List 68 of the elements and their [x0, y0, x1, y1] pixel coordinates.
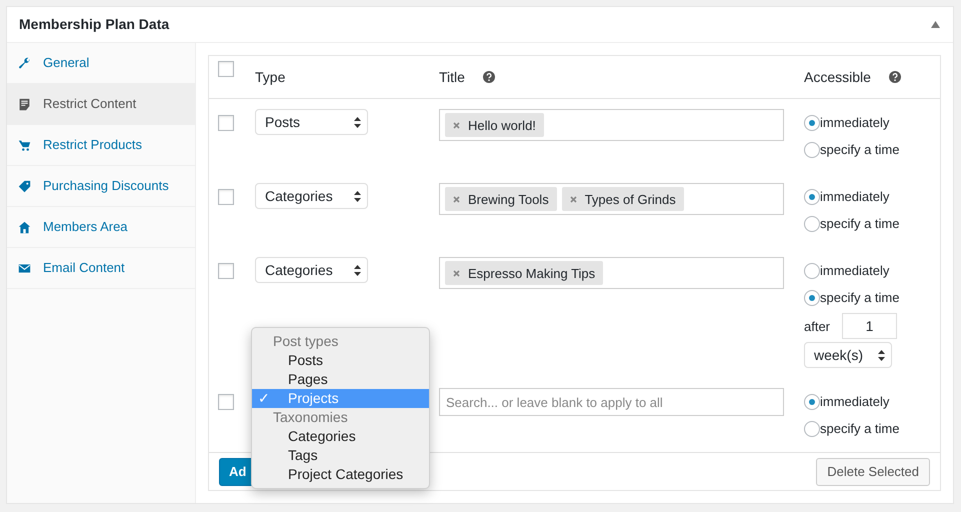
- radio-label: immediately: [820, 114, 890, 132]
- help-icon[interactable]: [888, 71, 901, 84]
- column-header: Accessible: [804, 68, 871, 87]
- column-header: Title: [439, 68, 465, 87]
- delete-selected-button[interactable]: Delete Selected: [816, 458, 930, 486]
- collapse-toggle[interactable]: [931, 21, 940, 28]
- updown-arrows-icon: [354, 190, 361, 202]
- radio-button[interactable]: [804, 262, 820, 279]
- after-label: after: [804, 318, 830, 336]
- title-tag: Types of Grinds: [562, 187, 684, 212]
- panel-title: Membership Plan Data: [19, 15, 170, 34]
- checkbox[interactable]: [218, 394, 234, 410]
- unit-select[interactable]: week(s): [804, 342, 892, 368]
- remove-icon[interactable]: [453, 122, 460, 129]
- remove-icon[interactable]: [453, 270, 460, 277]
- radio-label: specify a time: [820, 420, 900, 438]
- checkbox[interactable]: [218, 263, 234, 280]
- checkbox[interactable]: [218, 61, 234, 77]
- sidebar-item[interactable]: Purchasing Discounts: [7, 166, 195, 207]
- sidebar-item[interactable]: Restrict Content: [7, 84, 195, 125]
- tag-icon: [18, 180, 31, 192]
- menu-option[interactable]: Posts: [252, 351, 429, 370]
- column-header: Type: [255, 68, 286, 87]
- radio-button[interactable]: [804, 188, 820, 205]
- radio-label: specify a time: [820, 215, 900, 234]
- radio-label: specify a time: [820, 289, 900, 308]
- title-field[interactable]: Espresso Making Tips: [439, 257, 784, 290]
- menu-option[interactable]: Pages: [252, 370, 429, 389]
- remove-icon[interactable]: [570, 196, 577, 203]
- checkbox[interactable]: [218, 189, 234, 206]
- title-field[interactable]: Hello world!: [439, 109, 784, 142]
- updown-arrows-icon: [354, 116, 361, 128]
- radio-label: specify a time: [820, 141, 900, 160]
- search-field[interactable]: Search... or leave blank to apply to all: [439, 388, 784, 416]
- type-select[interactable]: Categories: [255, 183, 368, 210]
- title-tag: Espresso Making Tips: [445, 261, 604, 286]
- group-label: Post types: [272, 332, 340, 351]
- radio-label: immediately: [820, 188, 890, 206]
- wrench-icon: [18, 56, 31, 70]
- menu-option[interactable]: Categories: [252, 427, 429, 446]
- sidebar-item[interactable]: Restrict Products: [7, 125, 195, 166]
- title-field[interactable]: Brewing Tools Types of Grinds: [439, 183, 784, 216]
- radio-button[interactable]: [804, 290, 820, 306]
- radio-label: immediately: [820, 393, 890, 412]
- sidebar-item[interactable]: Members Area: [7, 207, 195, 248]
- sidebar-item[interactable]: Email Content: [7, 248, 195, 289]
- document-icon: [18, 98, 31, 110]
- radio-button[interactable]: [804, 216, 820, 232]
- envelope-icon: [18, 262, 31, 274]
- radio-button[interactable]: [804, 142, 820, 158]
- cart-icon: [18, 138, 31, 152]
- type-select[interactable]: Posts: [255, 109, 368, 136]
- updown-arrows-icon: [354, 264, 361, 276]
- title-tag: Hello world!: [445, 113, 544, 138]
- radio-button[interactable]: [804, 114, 820, 131]
- house-icon: [18, 220, 31, 234]
- checkbox[interactable]: [218, 115, 234, 132]
- title-tag: Brewing Tools: [445, 187, 557, 212]
- help-icon[interactable]: [482, 71, 495, 84]
- amount-field[interactable]: 1: [842, 313, 898, 340]
- remove-icon[interactable]: [453, 196, 460, 203]
- type-select[interactable]: Categories: [255, 257, 368, 284]
- radio-label: immediately: [820, 262, 890, 280]
- radio-button[interactable]: [804, 394, 820, 410]
- check-mark: ✓: [258, 389, 270, 408]
- updown-arrows-icon: [878, 350, 885, 361]
- group-label: Taxonomies: [272, 408, 349, 427]
- radio-button[interactable]: [804, 420, 820, 437]
